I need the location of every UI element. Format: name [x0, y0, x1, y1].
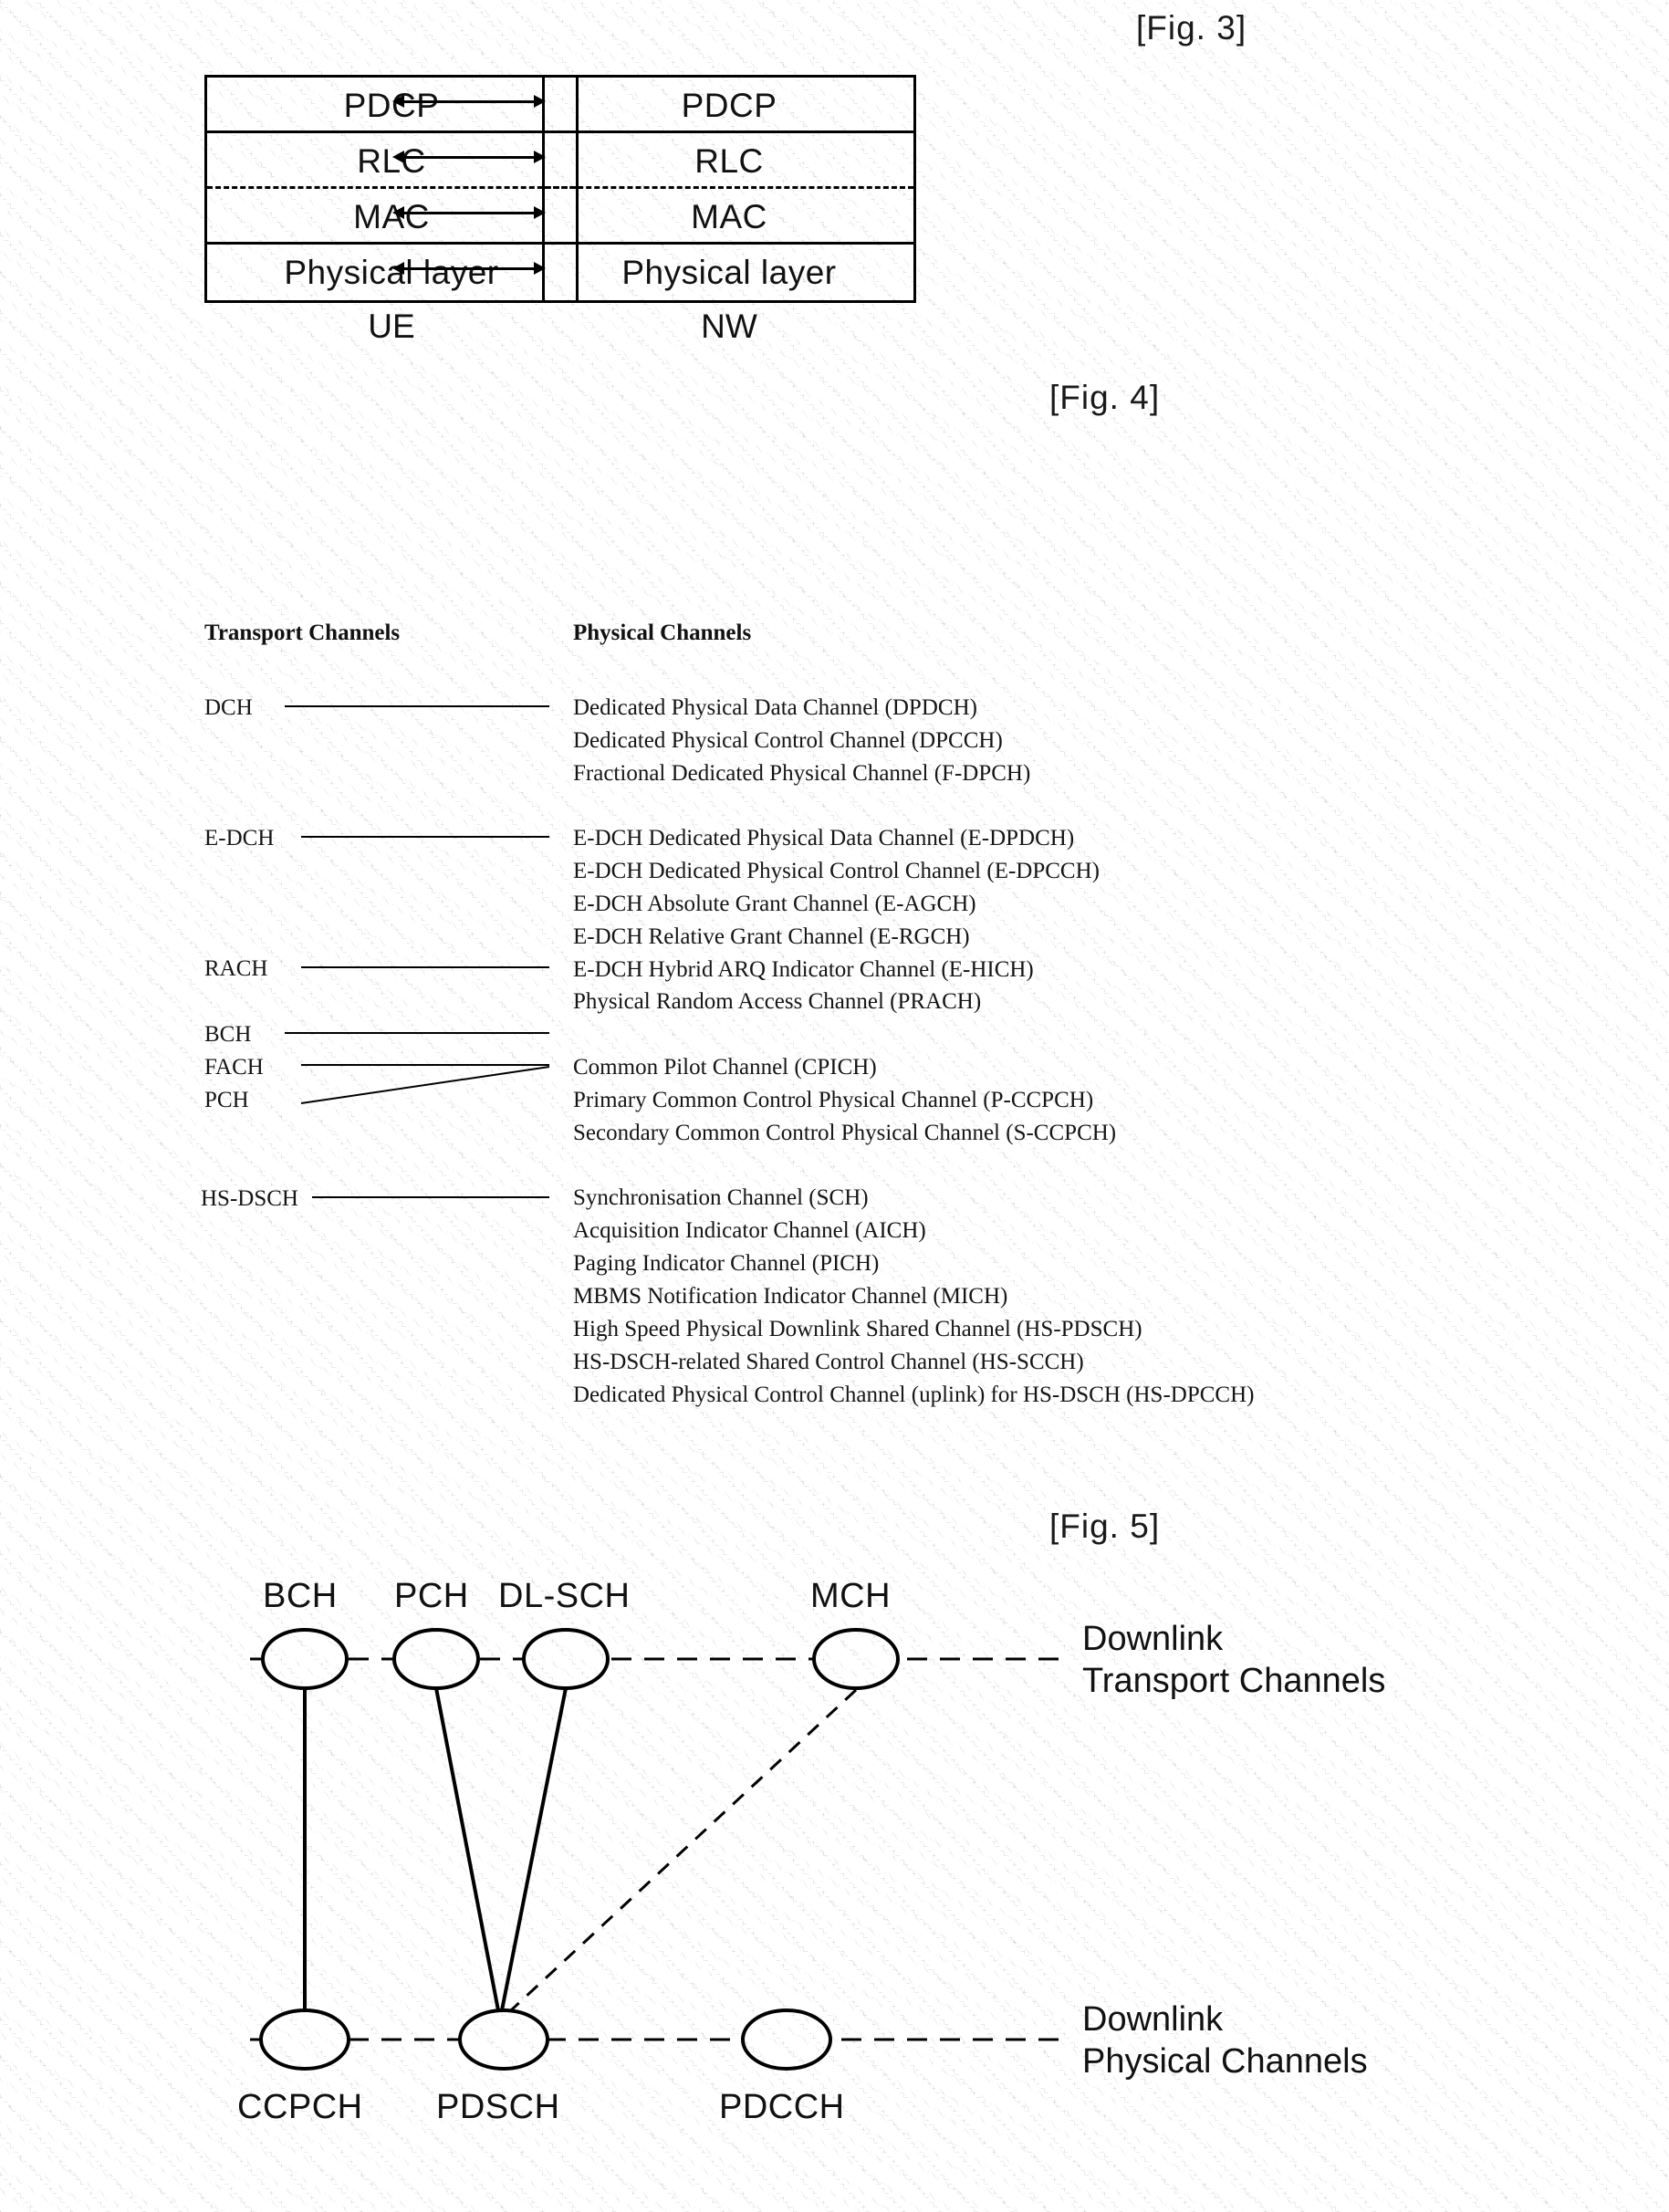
figure-5: [Fig. 5] BCH PCH DL-SCH MCH CCPCH PDSCH …: [0, 1508, 1669, 2212]
arrow-shaft: [402, 156, 537, 159]
figure-5-caption: [Fig. 5]: [1049, 1508, 1161, 1545]
physical-label-pich: Paging Indicator Channel (PICH): [573, 1251, 880, 1276]
arrow-head-right-icon: [534, 206, 546, 219]
physical-label-p-ccpch: Primary Common Control Physical Channel …: [573, 1088, 1094, 1112]
physical-node-label-pdsch: PDSCH: [436, 2088, 560, 2126]
transport-node-label-mch: MCH: [810, 1577, 892, 1615]
physical-label-mich: MBMS Notification Indicator Channel (MIC…: [573, 1284, 1008, 1309]
transport-node-pch: [392, 1628, 480, 1690]
physical-side-legend: Downlink Physical Channels: [1082, 1998, 1368, 2082]
physical-label-hs-pdsch: High Speed Physical Downlink Shared Chan…: [573, 1317, 1142, 1341]
transport-side-legend: Downlink Transport Channels: [1082, 1618, 1385, 1702]
physical-label-prach: Physical Random Access Channel (PRACH): [573, 989, 982, 1014]
physical-side-legend-line2: Physical Channels: [1082, 2042, 1368, 2081]
transport-node-label-dl-sch: DL-SCH: [498, 1577, 631, 1615]
physical-label-aich: Acquisition Indicator Channel (AICH): [573, 1218, 926, 1243]
peer-arrow-mac: [392, 204, 546, 223]
arrow-head-right-icon: [534, 262, 546, 275]
arrow-shaft: [402, 267, 537, 270]
peer-arrow-rlc: [392, 149, 546, 167]
transport-node-label-bch: BCH: [263, 1577, 338, 1615]
physical-label-e-rgch: E-DCH Relative Grant Channel (E-RGCH): [573, 924, 970, 949]
mapping-line-pch: [300, 1066, 550, 1104]
transport-node-label-pch: PCH: [394, 1577, 469, 1615]
physical-label-e-dpdch: E-DCH Dedicated Physical Data Channel (E…: [573, 826, 1075, 850]
physical-side-legend-line1: Downlink: [1082, 2000, 1224, 2039]
link-dlsch-pdsch: [500, 1687, 568, 2011]
link-pch-pdsch: [434, 1687, 500, 2011]
physical-label-e-agch: E-DCH Absolute Grant Channel (E-AGCH): [573, 892, 976, 916]
physical-label-e-hich: E-DCH Hybrid ARQ Indicator Channel (E-HI…: [573, 957, 1034, 982]
arrow-shaft: [402, 100, 537, 103]
transport-node-bch: [261, 1628, 349, 1690]
physical-label-f-dpch: Fractional Dedicated Physical Channel (F…: [573, 761, 1031, 786]
physical-node-pdsch: [458, 2009, 549, 2071]
arrow-head-right-icon: [534, 151, 546, 163]
nw-layer-mac: MAC: [545, 189, 913, 245]
transport-side-legend-line2: Transport Channels: [1082, 1662, 1386, 1700]
figure-3-caption: [Fig. 3]: [1136, 9, 1247, 47]
transport-side-legend-line1: Downlink: [1082, 1620, 1224, 1658]
physical-label-dpcch: Dedicated Physical Control Channel (DPCC…: [573, 728, 1003, 753]
figure-3: [Fig. 3] PDCP RLC MAC Physical layer UE …: [0, 0, 1669, 566]
physical-label-hs-dpcch: Dedicated Physical Control Channel (upli…: [573, 1382, 1255, 1407]
nw-node-label: NW: [701, 308, 757, 345]
peer-arrow-pdcp: [392, 93, 546, 111]
figure-4: [Fig. 4] Transport Channels Physical Cha…: [0, 379, 1669, 1533]
physical-label-s-ccpch: Secondary Common Control Physical Channe…: [573, 1121, 1117, 1145]
arrow-shaft: [402, 212, 537, 214]
ue-node-label: UE: [368, 308, 415, 345]
transport-node-dl-sch: [522, 1628, 610, 1690]
physical-node-label-ccpch: CCPCH: [237, 2088, 363, 2126]
nw-protocol-stack: PDCP RLC MAC Physical layer: [542, 75, 916, 303]
nw-layer-pdcp: PDCP: [545, 78, 913, 133]
peer-arrow-physical: [392, 260, 546, 278]
link-mch-pdsch: [509, 1688, 858, 2012]
physical-label-e-dpcch: E-DCH Dedicated Physical Control Channel…: [573, 859, 1100, 883]
physical-label-sch: Synchronisation Channel (SCH): [573, 1185, 869, 1210]
arrow-head-right-icon: [534, 95, 546, 108]
transport-node-mch: [812, 1628, 900, 1690]
figure-4-caption: [Fig. 4]: [1049, 379, 1161, 416]
physical-label-hs-scch: HS-DSCH-related Shared Control Channel (…: [573, 1350, 1084, 1374]
nw-layer-rlc: RLC: [545, 133, 913, 189]
physical-node-label-pdcch: PDCCH: [719, 2088, 845, 2126]
physical-node-pdcch: [741, 2009, 832, 2071]
physical-label-dpdch: Dedicated Physical Data Channel (DPDCH): [573, 695, 977, 720]
physical-node-ccpch: [259, 2009, 350, 2071]
physical-label-cpich: Common Pilot Channel (CPICH): [573, 1055, 877, 1080]
nw-layer-physical: Physical layer: [621, 254, 837, 291]
